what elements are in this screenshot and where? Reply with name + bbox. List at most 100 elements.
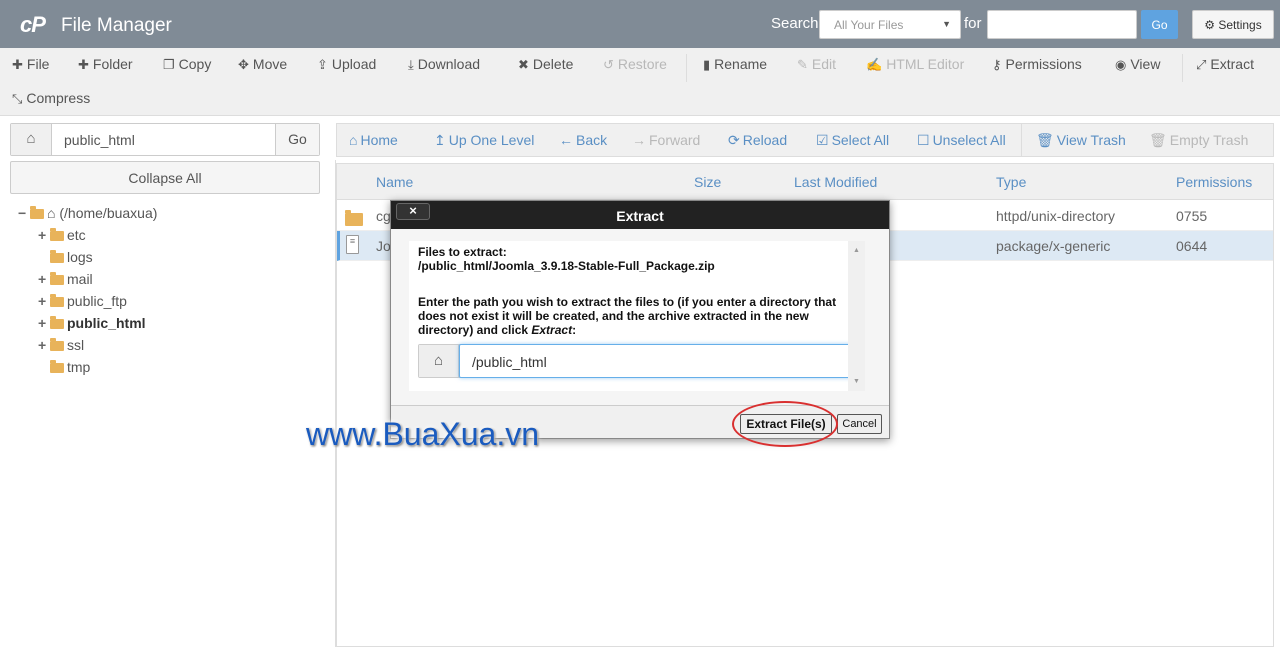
plus-icon: ✚ <box>78 57 89 72</box>
collapse-toggle[interactable]: − <box>18 205 28 221</box>
tree-item-public-ftp[interactable]: + public_ftp <box>38 293 127 315</box>
scrollbar[interactable]: ▲ ▼ <box>848 241 865 391</box>
permissions-button[interactable]: ⚷ Permissions <box>992 56 1082 73</box>
empty-trash-button[interactable]: 🗑 Empty Trash <box>1149 132 1248 149</box>
row-name: cg <box>376 208 391 224</box>
dialog-body: Files to extract: /public_html/Joomla_3.… <box>391 229 889 405</box>
tree-item-public-html[interactable]: + public_html <box>38 315 146 337</box>
row-permissions: 0755 <box>1176 208 1208 224</box>
tree-item-label: public_ftp <box>67 293 127 309</box>
search-go-button[interactable]: Go <box>1141 10 1178 39</box>
extract-path-group: ⌂ /public_html <box>418 344 858 378</box>
upload-button[interactable]: ⇪ Upload <box>317 56 376 73</box>
chevron-down-icon: ▼ <box>942 19 951 29</box>
empty-trash-label: Empty Trash <box>1169 132 1249 148</box>
folder-icon <box>50 272 64 285</box>
rename-button[interactable]: ▮ Rename <box>703 56 767 73</box>
zip-file-icon: ≡ <box>346 235 359 254</box>
tree-item-mail[interactable]: + mail <box>38 271 93 293</box>
plus-icon: ✚ <box>12 57 23 72</box>
extract-button[interactable]: ⤢ Extract <box>1196 56 1254 73</box>
view-button[interactable]: ◉ View <box>1115 56 1160 73</box>
cpanel-logo[interactable]: cP <box>20 12 46 38</box>
nav-divider <box>1021 124 1022 156</box>
scroll-down-icon[interactable]: ▼ <box>853 378 860 385</box>
up-label: Up One Level <box>448 132 535 148</box>
folder-icon <box>50 338 64 351</box>
tree-item-label: logs <box>67 249 93 265</box>
extract-path-input[interactable]: /public_html <box>459 344 858 378</box>
close-icon[interactable]: × <box>396 203 430 220</box>
cancel-button[interactable]: Cancel <box>837 414 882 434</box>
column-header-modified[interactable]: Last Modified <box>794 174 877 190</box>
column-header-name[interactable]: Name <box>376 174 413 190</box>
delete-label: Delete <box>532 56 574 72</box>
file-label: File <box>26 56 50 72</box>
search-scope-select[interactable]: All Your Files ▼ <box>819 10 961 39</box>
column-header-permissions[interactable]: Permissions <box>1176 174 1252 190</box>
dialog-title: Extract <box>616 208 664 224</box>
settings-button[interactable]: ⚙ Settings <box>1192 10 1274 39</box>
scroll-up-icon[interactable]: ▲ <box>853 247 860 254</box>
select-all-button[interactable]: ☑ Select All <box>816 132 889 149</box>
home-button[interactable]: ⌂ Home <box>349 132 398 148</box>
app-title: File Manager <box>61 15 172 36</box>
path-go-button[interactable]: Go <box>275 124 319 155</box>
column-header-size[interactable]: Size <box>694 174 721 190</box>
unselect-all-button[interactable]: ☐ Unselect All <box>917 132 1006 149</box>
path-input[interactable]: public_html <box>64 132 135 148</box>
search-scope-value: All Your Files <box>834 18 904 32</box>
download-button[interactable]: ⤓ Download <box>408 56 480 73</box>
folder-icon <box>50 228 64 241</box>
compress-label: Compress <box>26 90 91 106</box>
tree-root[interactable]: − ⌂ (/home/buaxua) <box>18 205 157 227</box>
restore-icon: ↺ <box>603 57 614 72</box>
move-icon: ✥ <box>238 57 249 72</box>
back-button[interactable]: ← Back <box>559 132 607 148</box>
check-square-icon: ☑ <box>816 132 829 148</box>
column-header-type[interactable]: Type <box>996 174 1026 190</box>
pencil-icon: ✎ <box>797 57 808 72</box>
home-icon: ⌂ <box>47 205 56 221</box>
collapse-all-button[interactable]: Collapse All <box>10 161 320 194</box>
file-icon: ▮ <box>703 57 711 72</box>
compress-button[interactable]: ⤡ Compress <box>12 90 90 107</box>
restore-button[interactable]: ↺ Restore <box>603 56 667 73</box>
tree-item-etc[interactable]: + etc <box>38 227 86 249</box>
settings-label: Settings <box>1218 18 1262 32</box>
dialog-title-bar[interactable]: Extract <box>391 201 889 229</box>
move-button[interactable]: ✥ Move <box>238 56 287 73</box>
search-input[interactable] <box>987 10 1137 39</box>
folder-label: Folder <box>92 56 133 72</box>
expand-toggle[interactable]: + <box>38 293 48 309</box>
arrow-left-icon: ← <box>559 132 573 148</box>
tree-item-ssl[interactable]: + ssl <box>38 337 84 359</box>
search-label: Search <box>771 15 819 32</box>
expand-toggle[interactable]: + <box>38 271 48 287</box>
html-editor-button[interactable]: ✍ HTML Editor <box>866 56 964 73</box>
home-icon[interactable]: ⌂ <box>11 124 52 155</box>
delete-button[interactable]: ✖ Delete <box>518 56 573 73</box>
expand-toggle[interactable]: + <box>38 337 48 353</box>
copy-button[interactable]: ❐ Copy <box>163 56 211 73</box>
copy-icon: ❐ <box>163 57 175 72</box>
file-button[interactable]: ✚ File <box>12 56 49 73</box>
up-one-level-button[interactable]: ↥ Up One Level <box>434 132 534 149</box>
html-editor-label: HTML Editor <box>886 56 965 72</box>
restore-label: Restore <box>617 56 667 72</box>
expand-icon: ⤢ <box>1196 57 1207 72</box>
arrow-right-icon: → <box>632 132 646 148</box>
folder-button[interactable]: ✚ Folder <box>78 56 133 73</box>
view-trash-label: View Trash <box>1056 132 1126 148</box>
tree-item-tmp[interactable]: tmp <box>38 359 90 381</box>
folder-icon <box>50 360 64 373</box>
expand-toggle[interactable]: + <box>38 315 48 331</box>
refresh-icon: ⟳ <box>728 132 740 148</box>
view-trash-button[interactable]: 🗑 View Trash <box>1036 132 1126 149</box>
edit-button[interactable]: ✎ Edit <box>797 56 836 73</box>
forward-button[interactable]: → Forward <box>632 132 700 148</box>
expand-toggle[interactable]: + <box>38 227 48 243</box>
tree-item-logs[interactable]: logs <box>38 249 93 271</box>
trash-icon: 🗑 <box>1036 132 1054 148</box>
reload-button[interactable]: ⟳ Reload <box>728 132 787 149</box>
